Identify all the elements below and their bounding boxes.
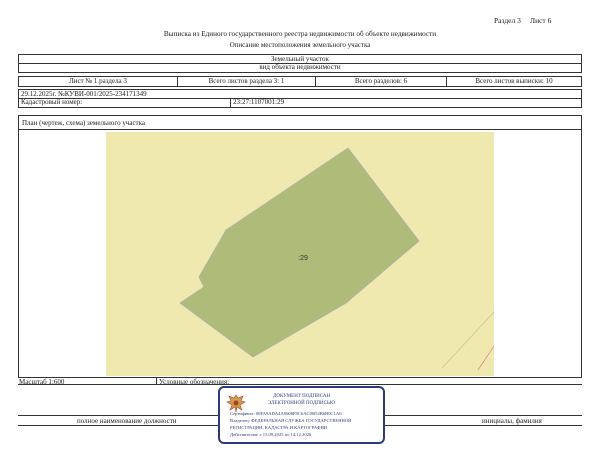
stamp-validity: Действителен: с 15.09.2025 по 14.12.2026: [230, 432, 312, 437]
legend-label: Условные обозначения:: [159, 378, 230, 386]
extract-sheets-total: Всего листов выписки: 10: [446, 76, 582, 87]
stamp-certificate: Сертификат: 00FA9ADA4A9606F8C6AC00D2B6B0…: [230, 411, 342, 416]
stamp-title-line2: ЭЛЕКТРОННОЙ ПОДПИСЬЮ: [268, 401, 335, 406]
name-line: [385, 415, 582, 416]
position-caption: полное наименование должности: [77, 417, 177, 425]
neighbor-boundary-line-1: [441, 311, 495, 369]
plan-title: План (чертеж, схема) земельного участка: [22, 119, 146, 127]
section-sheets-total: Всего листов раздела 3: 1: [177, 76, 316, 87]
cadastral-label: Кадастровый номер:: [18, 98, 231, 108]
stamp-owner-line2: РЕГИСТРАЦИИ, КАДАСТРА И КАРТОГРАФИИ: [230, 425, 328, 430]
scale-legend-divider: [156, 377, 157, 385]
parcel-label: :29: [298, 255, 308, 262]
document-subtitle: Описание местоположения земельного участ…: [229, 41, 371, 49]
scale-label: Масштаб 1:600: [19, 378, 65, 386]
sheet-ref: Лист 6: [530, 16, 552, 25]
cadastral-number: 23:27:1107001:29: [230, 98, 582, 108]
section-ref: Раздел 3: [494, 16, 521, 25]
parcel-map-svg: :29: [179, 147, 495, 371]
electronic-signature-stamp: ДОКУМЕНТ ПОДПИСАН ЭЛЕКТРОННОЙ ПОДПИСЬЮ С…: [218, 386, 385, 444]
document-title: Выписка из Единого государственного реес…: [163, 30, 437, 38]
sheet-number: Лист № 1 раздела 3: [18, 76, 178, 87]
stamp-owner-line1: Владелец: ФЕДЕРАЛЬНАЯ СЛУЖБА ГОСУДАРСТВЕ…: [230, 418, 352, 423]
sections-total: Всего разделов: 6: [315, 76, 447, 87]
object-type-caption: вид объекта недвижимости: [18, 63, 582, 73]
name-caption: инициалы, фамилия: [482, 417, 542, 425]
parcel-polygon: [179, 147, 420, 358]
plan-title-divider: [18, 129, 582, 130]
stamp-title-line1: ДОКУМЕНТ ПОДПИСАН: [272, 394, 331, 399]
plan-map: :29: [106, 132, 495, 376]
neighbor-boundary-line-2: [477, 345, 495, 371]
position-line: [18, 415, 218, 416]
footer-divider: [18, 384, 582, 385]
